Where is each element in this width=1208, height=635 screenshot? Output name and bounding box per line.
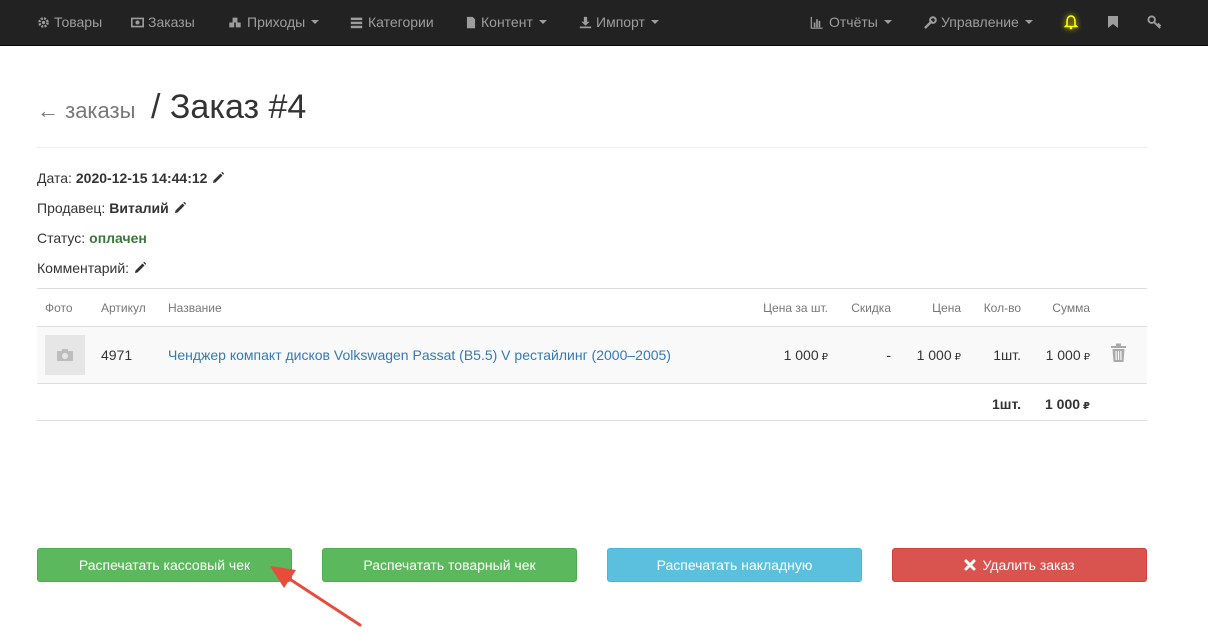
back-to-orders-link[interactable]: ← заказы [37,98,135,124]
file-icon [466,16,476,28]
row-name[interactable]: Ченджер компакт дисков Volkswagen Passat… [168,347,671,363]
pencil-icon[interactable] [211,171,225,185]
chevron-down-icon [311,20,320,24]
bookmark-icon [1108,16,1118,28]
trash-icon[interactable] [1110,343,1127,363]
nav-reports[interactable]: Отчёты [809,0,892,44]
page-header: ← заказы / Заказ #4 [37,84,1147,148]
chevron-down-icon [1024,20,1033,24]
col-name: Название [168,301,222,315]
row-sum: 1 000 ₽ [1045,347,1090,363]
camera-icon [57,349,73,361]
col-article: Артикул [101,301,146,315]
chevron-down-icon [650,20,659,24]
nav-orders[interactable]: Заказы [131,0,195,44]
list-icon [350,17,363,28]
product-link[interactable]: Ченджер компакт дисков Volkswagen Passat… [168,347,671,363]
annotation-arrow [270,566,362,627]
row-price: 1 000 ₽ [916,347,961,363]
pencil-icon[interactable] [173,201,187,215]
delete-order-button[interactable]: Удалить заказ [892,548,1147,582]
table-header-row: Фото Артикул Название Цена за шт. Скидка… [37,289,1147,327]
nav-content[interactable]: Контент [465,0,547,44]
row-unit-price: 1 000 ₽ [783,347,828,363]
order-items-table: Фото Артикул Название Цена за шт. Скидка… [37,288,1147,421]
chevron-down-icon [538,20,547,24]
print-invoice-button[interactable]: Распечатать накладную [607,548,862,582]
top-navbar: Товары Заказы Приходы Категории Контент … [0,0,1208,46]
table-total-row: 1шт. 1 000 ₽ [37,384,1147,421]
nav-import[interactable]: Импорт [579,0,659,44]
col-unit-price: Цена за шт. [763,301,828,315]
bell-icon [1063,15,1079,30]
row-qty: 1шт. [993,347,1021,363]
bookmarks-button[interactable] [1107,0,1119,44]
col-price: Цена [932,301,961,315]
product-photo-placeholder [45,335,85,375]
pencil-icon[interactable] [133,261,147,275]
money-icon [131,17,144,27]
total-sum: 1 000 ₽ [1044,396,1090,412]
nav-management[interactable]: Управление [924,0,1033,44]
key-icon [1147,14,1162,29]
order-date-value: 2020-12-15 14:44:12 [75,170,208,186]
cubes-icon [229,17,241,27]
row-article: 4971 [101,347,133,363]
col-sum: Сумма [1052,301,1090,315]
order-status-value: оплачен [89,230,147,246]
gear-icon [38,16,49,28]
close-icon [964,559,976,571]
col-qty: Кол-во [983,301,1021,315]
order-seller: Продавец: Виталий [37,200,187,216]
order-comment: Комментарий: [37,260,147,276]
row-discount: - [886,347,891,363]
print-receipt-button[interactable]: Распечатать кассовый чек [37,548,292,582]
col-discount: Скидка [851,301,891,315]
keys-button[interactable] [1147,0,1162,44]
bar-chart-icon [810,16,823,29]
nav-categories[interactable]: Категории [349,0,434,44]
chevron-down-icon [883,20,892,24]
notifications-button[interactable] [1063,0,1079,44]
order-date: Дата: 2020-12-15 14:44:12 [37,170,225,186]
order-status: Статус: оплачен [37,230,147,246]
page-title: / Заказ #4 [151,88,307,126]
wrench-icon [924,15,937,29]
col-photo: Фото [45,301,73,315]
download-icon [579,16,592,28]
order-seller-value: Виталий [109,200,169,216]
nav-receipts[interactable]: Приходы [227,0,320,44]
nav-products[interactable]: Товары [37,0,102,44]
table-row: 4971 Ченджер компакт дисков Volkswagen P… [37,327,1147,384]
total-qty: 1шт. [992,396,1021,412]
